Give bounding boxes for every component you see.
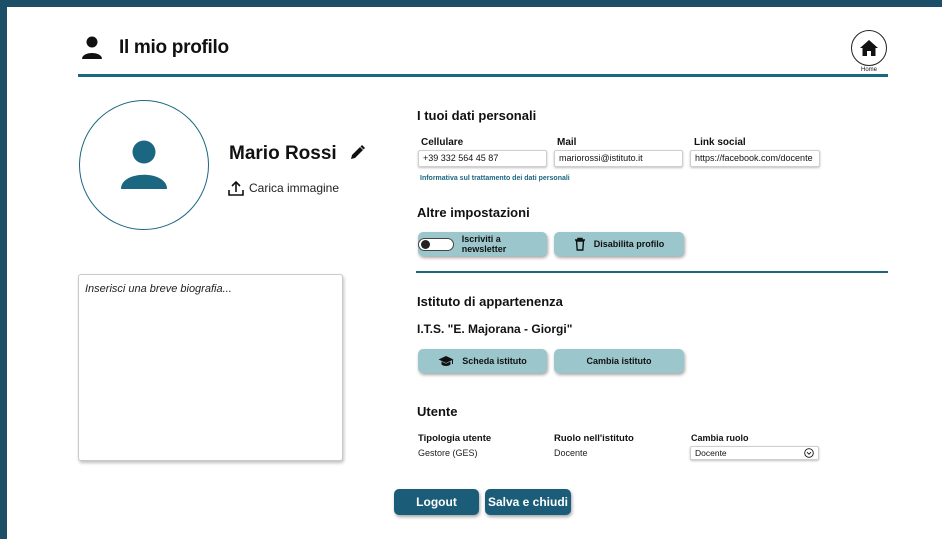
user-type-value: Gestore (GES) bbox=[418, 448, 478, 458]
mail-label: Mail bbox=[557, 137, 577, 148]
user-type-label: Tipologia utente bbox=[418, 433, 492, 444]
newsletter-label: Iscriviti a newsletter bbox=[461, 234, 507, 254]
personal-data-title: I tuoi dati personali bbox=[417, 108, 537, 123]
privacy-policy-link[interactable]: Informativa sul trattamento dei dati per… bbox=[420, 175, 570, 182]
change-institute-button[interactable]: Cambia istituto bbox=[554, 349, 684, 373]
graduation-cap-icon bbox=[438, 356, 454, 366]
page-title: Il mio profilo bbox=[119, 37, 229, 58]
phone-field[interactable]: +39 332 564 45 87 bbox=[418, 150, 547, 167]
disable-profile-label: Disabilita profilo bbox=[593, 239, 665, 249]
home-button[interactable] bbox=[851, 30, 887, 66]
email-field[interactable]: mariorossi@istituto.it bbox=[554, 150, 683, 167]
phone-label: Cellulare bbox=[421, 137, 464, 148]
institute-title: Istituto di appartenenza bbox=[417, 294, 563, 309]
home-label: Home bbox=[860, 67, 877, 73]
trash-icon bbox=[574, 237, 585, 251]
change-role-label: Cambia ruolo bbox=[691, 433, 749, 443]
toggle-knob bbox=[421, 240, 430, 249]
section-divider bbox=[416, 271, 888, 273]
bio-textarea[interactable]: Inserisci una breve biografia... bbox=[78, 274, 343, 461]
user-section-title: Utente bbox=[417, 404, 458, 419]
change-role-value: Docente bbox=[695, 448, 727, 458]
social-link-label: Link social bbox=[694, 137, 746, 148]
user-icon bbox=[82, 36, 102, 59]
upload-image-link[interactable]: Carica immagine bbox=[249, 181, 339, 195]
change-institute-label: Cambia istituto bbox=[586, 356, 652, 366]
institute-card-label: Scheda istituto bbox=[462, 356, 527, 366]
institute-card-button[interactable]: Scheda istituto bbox=[418, 349, 547, 373]
other-settings-title: Altre impostazioni bbox=[417, 205, 530, 220]
institute-name: I.T.S. "E. Majorana - Giorgi" bbox=[417, 322, 573, 336]
disable-profile-button[interactable]: Disabilita profilo bbox=[554, 232, 684, 256]
newsletter-toggle-button[interactable]: Iscriviti a newsletter bbox=[418, 232, 547, 256]
role-value: Docente bbox=[554, 448, 588, 458]
user-name: Mario Rossi bbox=[229, 143, 337, 164]
pencil-icon[interactable] bbox=[348, 144, 366, 162]
role-label: Ruolo nell'istituto bbox=[554, 433, 634, 444]
upload-icon[interactable] bbox=[227, 179, 245, 197]
avatar[interactable] bbox=[79, 100, 209, 230]
change-role-select[interactable]: Docente bbox=[690, 446, 819, 460]
newsletter-toggle[interactable] bbox=[418, 237, 454, 251]
header-divider bbox=[78, 74, 888, 77]
home-icon bbox=[860, 40, 878, 56]
logout-button[interactable]: Logout bbox=[394, 489, 479, 515]
social-link-field[interactable]: https://facebook.com/docente bbox=[690, 150, 820, 167]
chevron-down-icon bbox=[804, 448, 814, 458]
avatar-person-icon bbox=[121, 140, 167, 189]
save-and-close-button[interactable]: Salva e chiudi bbox=[485, 489, 571, 515]
